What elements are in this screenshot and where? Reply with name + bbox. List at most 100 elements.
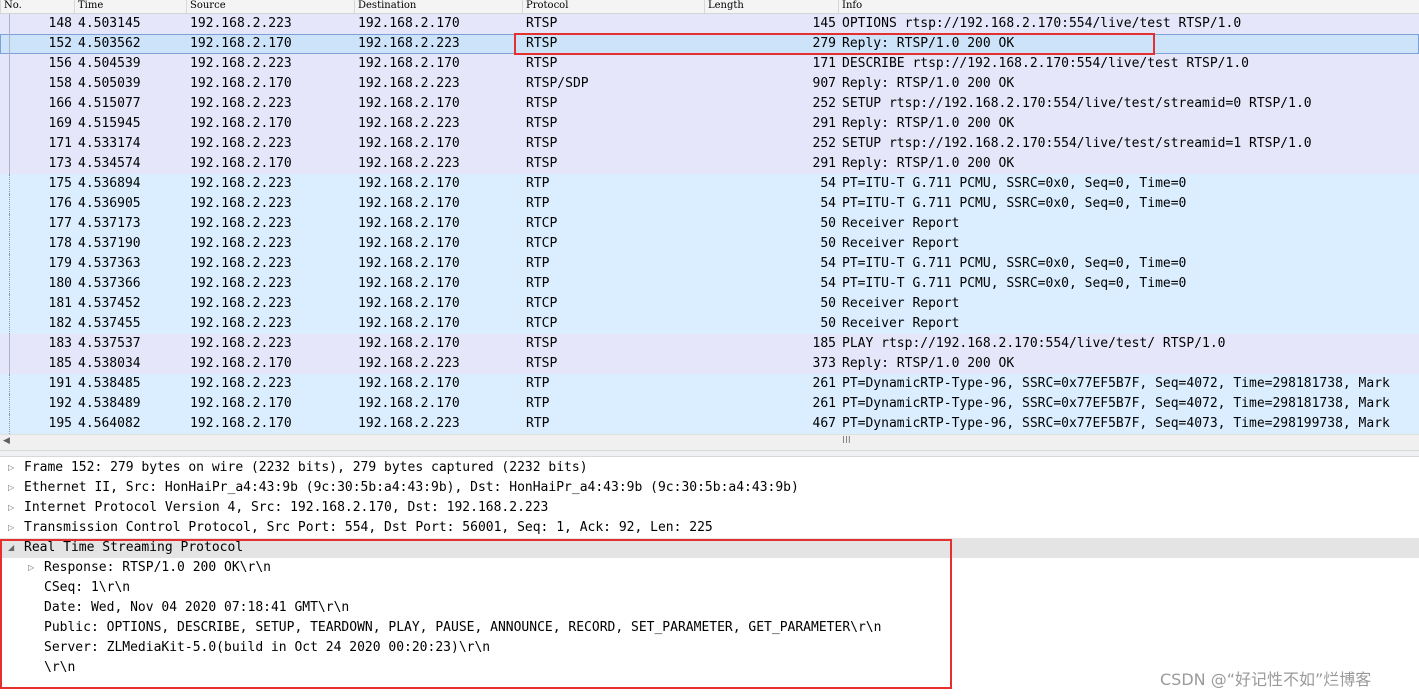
cell-length: 252 — [812, 96, 836, 111]
cell-info: Receiver Report — [842, 236, 960, 251]
cell-source: 192.168.2.223 — [190, 196, 292, 211]
cell-destination: 192.168.2.223 — [358, 356, 460, 371]
cell-info: PT=DynamicRTP-Type-96, SSRC=0x77EF5B7F, … — [842, 416, 1390, 431]
cell-time: 4.537190 — [78, 236, 141, 251]
cell-protocol: RTP — [526, 376, 550, 391]
cell-no: 177 — [48, 216, 72, 231]
column-header-info[interactable]: Info — [838, 0, 1419, 13]
cell-protocol: RTSP/SDP — [526, 76, 589, 91]
cell-no: 191 — [48, 376, 72, 391]
cell-no: 152 — [48, 36, 72, 51]
cell-info: Reply: RTSP/1.0 200 OK — [842, 76, 1015, 91]
watermark: CSDN @“好记性不如”烂博客 — [1160, 670, 1372, 689]
cell-protocol: RTP — [526, 396, 550, 411]
cell-no: 173 — [48, 156, 72, 171]
packet-row[interactable]: 171 4.533174 192.168.2.223 192.168.2.170 RTS… — [0, 134, 1419, 154]
detail-text: Ethernet II, Src: HonHaiPr_a4:43:9b (9c:… — [24, 480, 799, 495]
cell-no: 176 — [48, 196, 72, 211]
cell-source: 192.168.2.223 — [190, 296, 292, 311]
packet-row[interactable]: 178 4.537190 192.168.2.223 192.168.2.170 RTC… — [0, 234, 1419, 254]
cell-source: 192.168.2.170 — [190, 396, 292, 411]
cell-time: 4.537455 — [78, 316, 141, 331]
cell-source: 192.168.2.223 — [190, 176, 292, 191]
cell-source: 192.168.2.170 — [190, 76, 292, 91]
cell-source: 192.168.2.223 — [190, 16, 292, 31]
detail-tcp[interactable]: ▷ Transmission Control Protocol, Src Port… — [0, 518, 1400, 538]
cell-length: 54 — [820, 176, 836, 191]
cell-length: 54 — [820, 276, 836, 291]
cell-source: 192.168.2.170 — [190, 156, 292, 171]
cell-length: 145 — [812, 16, 836, 31]
cell-length: 50 — [820, 296, 836, 311]
expand-triangle-icon[interactable]: ▷ — [8, 458, 14, 478]
cell-destination: 192.168.2.223 — [358, 156, 460, 171]
packet-row[interactable]: 185 4.538034 192.168.2.170 192.168.2.223 RTS… — [0, 354, 1419, 374]
cell-destination: 192.168.2.170 — [358, 56, 460, 71]
column-header-length[interactable]: Length — [704, 0, 838, 13]
scroll-left-icon[interactable]: ◀ — [3, 436, 10, 446]
detail-ipv4[interactable]: ▷ Internet Protocol Version 4, Src: 192.1… — [0, 498, 1400, 518]
cell-info: Receiver Report — [842, 316, 960, 331]
cell-length: 171 — [812, 56, 836, 71]
packet-row[interactable]: 173 4.534574 192.168.2.170 192.168.2.223 RTS… — [0, 154, 1419, 174]
packet-row[interactable]: 177 4.537173 192.168.2.223 192.168.2.170 RTC… — [0, 214, 1419, 234]
cell-no: 166 — [48, 96, 72, 111]
packet-row[interactable]: 176 4.536905 192.168.2.223 192.168.2.170 RTP… — [0, 194, 1419, 214]
cell-protocol: RTSP — [526, 336, 558, 351]
cell-time: 4.505039 — [78, 76, 141, 91]
packet-row[interactable]: 158 4.505039 192.168.2.170 192.168.2.223 RTS… — [0, 74, 1419, 94]
packet-row[interactable]: 156 4.504539 192.168.2.223 192.168.2.170 RTS… — [0, 54, 1419, 74]
cell-protocol: RTSP — [526, 156, 558, 171]
column-header-source[interactable]: Source — [186, 0, 354, 13]
cell-protocol: RTSP — [526, 56, 558, 71]
cell-no: 175 — [48, 176, 72, 191]
column-header-destination[interactable]: Destination — [354, 0, 522, 13]
cell-no: 171 — [48, 136, 72, 151]
cell-time: 4.536894 — [78, 176, 141, 191]
cell-protocol: RTCP — [526, 236, 558, 251]
packet-row[interactable]: 191 4.538485 192.168.2.223 192.168.2.170 RTP… — [0, 374, 1419, 394]
cell-destination: 192.168.2.170 — [358, 216, 460, 231]
packet-row[interactable]: 179 4.537363 192.168.2.223 192.168.2.170 RTP… — [0, 254, 1419, 274]
packet-row[interactable]: 148 4.503145 192.168.2.223 192.168.2.170 RTS… — [0, 14, 1419, 34]
cell-protocol: RTP — [526, 176, 550, 191]
pane-splitter[interactable] — [0, 450, 1419, 457]
packet-row[interactable]: 195 4.564082 192.168.2.170 192.168.2.223 RTP… — [0, 414, 1419, 434]
cell-source: 192.168.2.223 — [190, 376, 292, 391]
cell-source: 192.168.2.223 — [190, 336, 292, 351]
column-header-time[interactable]: Time — [74, 0, 186, 13]
cell-info: PT=ITU-T G.711 PCMU, SSRC=0x0, Seq=0, Ti… — [842, 176, 1187, 191]
packet-row[interactable]: 169 4.515945 192.168.2.170 192.168.2.223 RTS… — [0, 114, 1419, 134]
cell-no: 169 — [48, 116, 72, 131]
horizontal-scrollbar[interactable]: ◀ III — [0, 434, 1419, 450]
cell-destination: 192.168.2.223 — [358, 76, 460, 91]
cell-no: 192 — [48, 396, 72, 411]
cell-length: 291 — [812, 156, 836, 171]
packet-row[interactable]: 166 4.515077 192.168.2.223 192.168.2.170 RTS… — [0, 94, 1419, 114]
cell-length: 50 — [820, 236, 836, 251]
packet-rows: 148 4.503145 192.168.2.223 192.168.2.170 RTS… — [0, 14, 1419, 434]
cell-source: 192.168.2.223 — [190, 316, 292, 331]
expand-triangle-icon[interactable]: ▷ — [8, 498, 14, 518]
packet-row[interactable]: 180 4.537366 192.168.2.223 192.168.2.170 RTP… — [0, 274, 1419, 294]
cell-time: 4.503145 — [78, 16, 141, 31]
cell-info: PT=ITU-T G.711 PCMU, SSRC=0x0, Seq=0, Ti… — [842, 256, 1187, 271]
column-header-no[interactable]: No. — [0, 0, 78, 13]
packet-row[interactable]: 182 4.537455 192.168.2.223 192.168.2.170 RTC… — [0, 314, 1419, 334]
packet-row[interactable]: 175 4.536894 192.168.2.223 192.168.2.170 RTP… — [0, 174, 1419, 194]
detail-ethernet[interactable]: ▷ Ethernet II, Src: HonHaiPr_a4:43:9b (9c… — [0, 478, 1400, 498]
packet-row[interactable]: 183 4.537537 192.168.2.223 192.168.2.170 RTS… — [0, 334, 1419, 354]
cell-length: 54 — [820, 196, 836, 211]
cell-time: 4.537173 — [78, 216, 141, 231]
expand-triangle-icon[interactable]: ▷ — [8, 478, 14, 498]
cell-source: 192.168.2.170 — [190, 356, 292, 371]
expand-triangle-icon[interactable]: ▷ — [8, 518, 14, 538]
cell-info: PT=ITU-T G.711 PCMU, SSRC=0x0, Seq=0, Ti… — [842, 276, 1187, 291]
detail-frame[interactable]: ▷ Frame 152: 279 bytes on wire (2232 bits… — [0, 458, 1400, 478]
scroll-grip-icon[interactable]: III — [842, 435, 851, 446]
cell-length: 50 — [820, 316, 836, 331]
column-header-protocol[interactable]: Protocol — [522, 0, 704, 13]
packet-row[interactable]: 192 4.538489 192.168.2.170 192.168.2.170 RTP… — [0, 394, 1419, 414]
cell-no: 158 — [48, 76, 72, 91]
packet-row[interactable]: 181 4.537452 192.168.2.223 192.168.2.170 RTC… — [0, 294, 1419, 314]
